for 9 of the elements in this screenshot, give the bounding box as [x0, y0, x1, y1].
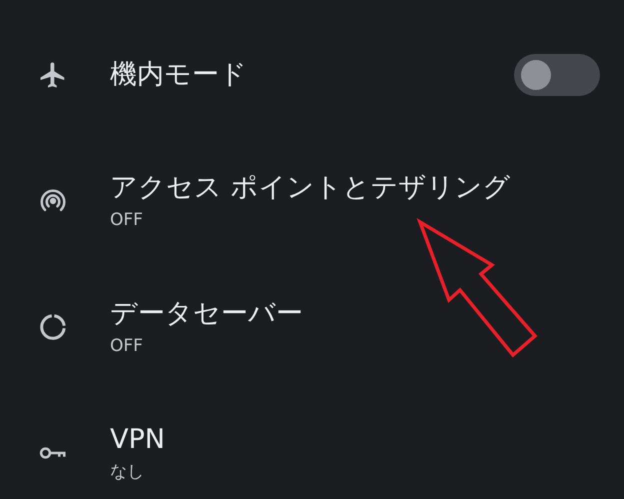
setting-title: VPN — [110, 422, 166, 456]
setting-title: アクセス ポイントとテザリング — [110, 170, 512, 204]
setting-title: 機内モード — [110, 58, 248, 92]
toggle-switch[interactable] — [514, 54, 600, 96]
data-saver-icon — [38, 312, 68, 342]
setting-summary: なし — [110, 462, 145, 484]
setting-summary: OFF — [110, 210, 144, 232]
setting-title: データセーバー — [110, 296, 304, 330]
setting-summary: OFF — [110, 336, 144, 358]
